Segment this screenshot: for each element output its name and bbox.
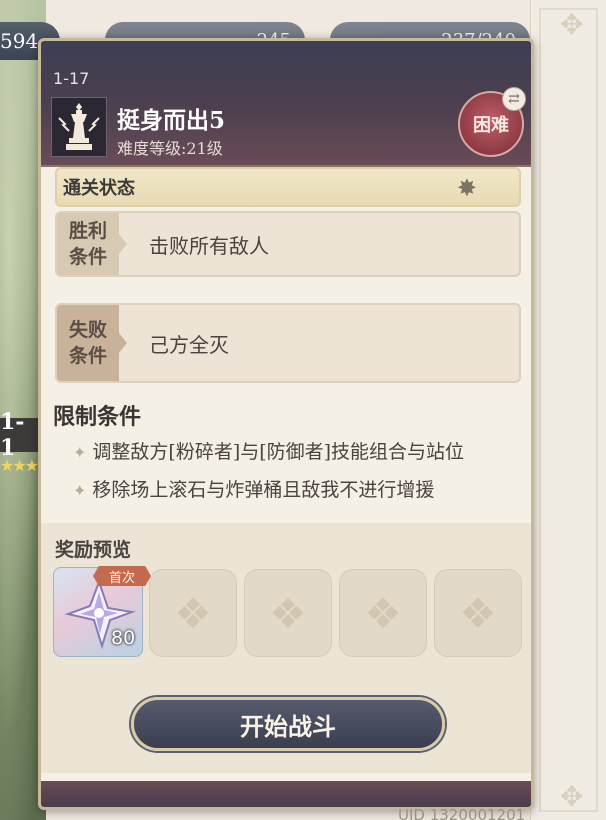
bullet-star-icon: ✦ bbox=[73, 443, 87, 462]
map-stage-stars: ★★★ bbox=[0, 456, 39, 475]
empty-reward-slot-icon: ❖ bbox=[434, 569, 522, 657]
win-condition-card: 胜利 条件 击败所有敌人 bbox=[55, 211, 521, 277]
side-frame bbox=[530, 0, 606, 820]
corner-ornament-icon: ✥ bbox=[560, 780, 584, 813]
reward-preview-title: 奖励预览 bbox=[55, 539, 132, 561]
first-clear-badge: 首次 bbox=[93, 566, 151, 586]
panel-footer bbox=[41, 781, 531, 807]
start-battle-button[interactable]: 开始战斗 bbox=[131, 697, 445, 751]
lose-condition-text: 己方全灭 bbox=[149, 332, 229, 357]
corner-ornament-icon: ✥ bbox=[560, 8, 584, 41]
restriction-item: ✦ 移除场上滚石与炸弹桶且敌我不进行增援 bbox=[73, 475, 434, 502]
win-condition-label-text: 胜利 条件 bbox=[68, 220, 107, 268]
empty-reward-slot-icon: ❖ bbox=[149, 569, 237, 657]
reward-quantity: 80 bbox=[111, 627, 136, 649]
chess-king-icon bbox=[51, 97, 107, 157]
map-stage-tag[interactable]: 1-1 bbox=[0, 409, 40, 461]
restriction-text: 调整敌方[粉碎者]与[防御者]技能组合与站位 bbox=[92, 441, 465, 463]
stage-title: 挺身而出5 bbox=[117, 107, 226, 134]
stage-detail-panel: 1-17 挺身而出5 难度等级:21级 困难 ⇄ 通关状态 ✸ 胜利 条件 击败… bbox=[38, 38, 534, 810]
stage-number: 1-17 bbox=[53, 69, 90, 88]
user-id: UID 1320001201 bbox=[398, 806, 526, 820]
currency-1-value: 594 bbox=[0, 29, 39, 53]
difficulty-label: 困难 bbox=[473, 115, 509, 136]
stage-difficulty-level: 难度等级:21级 bbox=[117, 139, 223, 158]
win-condition-text: 击败所有敌人 bbox=[149, 233, 269, 258]
lose-condition-label: 失败 条件 bbox=[57, 305, 127, 381]
empty-reward-slot-icon: ❖ bbox=[339, 569, 427, 657]
lose-condition-card: 失败 条件 己方全灭 bbox=[55, 303, 521, 383]
restriction-item: ✦ 调整敌方[粉碎者]与[防御者]技能组合与站位 bbox=[73, 437, 464, 464]
bullet-star-icon: ✦ bbox=[73, 481, 87, 500]
clear-status-star-icon: ✸ bbox=[456, 174, 477, 202]
restrictions-title: 限制条件 bbox=[53, 404, 142, 430]
clear-status-label: 通关状态 bbox=[63, 178, 135, 199]
lose-condition-label-text: 失败 条件 bbox=[68, 319, 107, 367]
empty-reward-slot-icon: ❖ bbox=[244, 569, 332, 657]
start-battle-label: 开始战斗 bbox=[240, 711, 336, 741]
map-stage-label: 1-1 bbox=[0, 409, 25, 461]
win-condition-label: 胜利 条件 bbox=[57, 213, 127, 275]
swap-difficulty-icon[interactable]: ⇄ bbox=[502, 87, 526, 111]
restriction-text: 移除场上滚石与炸弹桶且敌我不进行增援 bbox=[92, 479, 435, 501]
clear-status-bar[interactable]: 通关状态 ✸ bbox=[55, 167, 521, 207]
panel-header bbox=[41, 41, 531, 167]
